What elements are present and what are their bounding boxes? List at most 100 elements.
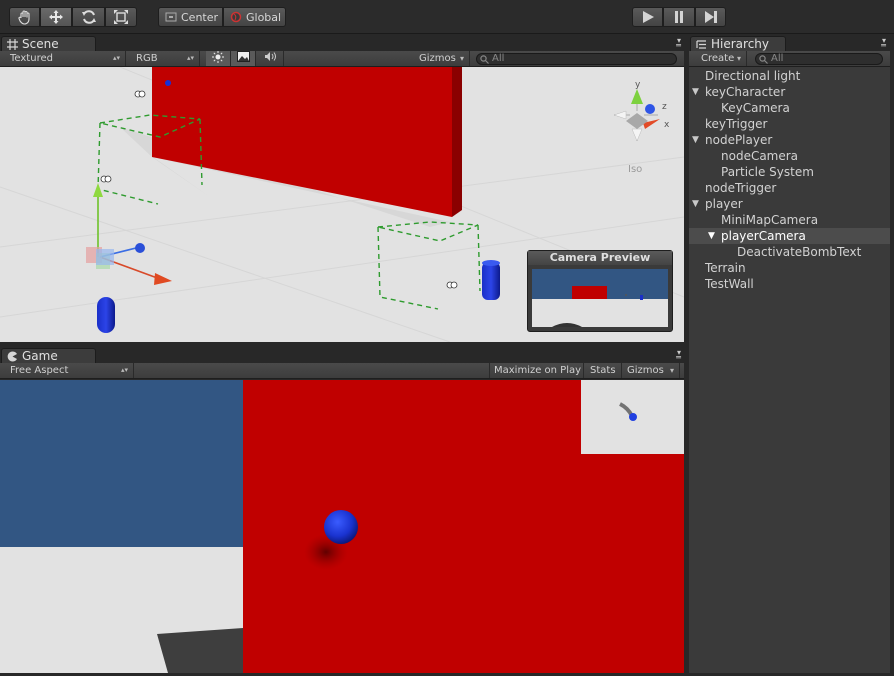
hierarchy-item-label: Terrain — [705, 261, 746, 275]
step-icon — [704, 11, 717, 23]
hierarchy-item[interactable]: ▼ player — [689, 196, 890, 212]
hierarchy-item-label: TestWall — [705, 277, 754, 291]
pause-icon — [675, 11, 683, 23]
updown-arrow-icon: ▴▾ — [120, 366, 128, 374]
image-icon — [237, 51, 250, 62]
draw-mode-value: Textured — [10, 53, 53, 64]
hierarchy-item[interactable]: DeactivateBombText — [689, 244, 890, 260]
stats-toggle[interactable]: Stats — [584, 363, 622, 378]
hierarchy-item-label: nodeTrigger — [705, 181, 777, 195]
scene-panel-menu-icon[interactable]: ▾ ═ — [667, 37, 681, 50]
hierarchy-item-label: Directional light — [705, 69, 801, 83]
scene-tab-label: Scene — [22, 37, 59, 51]
hierarchy-item-label: player — [705, 197, 743, 211]
scene-search-input[interactable]: All — [476, 53, 677, 65]
render-mode-dropdown[interactable]: RGB ▴▾ — [126, 51, 200, 66]
game-tabstrip: Game ▾ ═ — [0, 346, 685, 365]
updown-arrow-icon: ▴▾ — [112, 54, 120, 62]
draw-mode-dropdown[interactable]: Textured ▴▾ — [0, 51, 126, 66]
hierarchy-search-input[interactable]: All — [755, 53, 883, 65]
scene-tabstrip: Scene ▾ ═ — [0, 34, 685, 53]
aspect-dropdown[interactable]: Free Aspect ▴▾ — [0, 363, 134, 378]
scene-search-placeholder: All — [492, 53, 505, 64]
hand-tool-button[interactable] — [9, 7, 40, 27]
hierarchy-item-label: DeactivateBombText — [737, 245, 862, 259]
move-arrows-icon — [49, 10, 63, 24]
maximize-on-play-toggle[interactable]: Maximize on Play — [489, 363, 584, 378]
player-ball — [324, 510, 358, 544]
space-toggle[interactable]: Global — [223, 7, 286, 27]
fold-open-icon[interactable]: ▼ — [708, 228, 715, 244]
hand-icon — [17, 10, 30, 25]
list-icon — [696, 40, 706, 49]
hierarchy-item-label: playerCamera — [721, 229, 806, 243]
pause-button[interactable] — [663, 7, 695, 27]
dropdown-arrow-icon: ▾ — [669, 366, 674, 375]
main-toolbar: Center Global — [0, 0, 894, 34]
fold-open-icon[interactable]: ▼ — [692, 132, 699, 148]
speaker-icon — [265, 52, 276, 61]
game-gizmos-label: Gizmos — [627, 365, 664, 376]
hierarchy-item[interactable]: KeyCamera — [689, 100, 890, 116]
render-mode-value: RGB — [136, 53, 158, 64]
x-axis-label: x — [664, 120, 670, 130]
hierarchy-tabstrip: Hierarchy ▾ ═ — [688, 34, 894, 53]
scene-fx-toggle[interactable] — [231, 51, 256, 66]
space-label: Global — [246, 10, 282, 24]
step-button[interactable] — [695, 7, 726, 27]
hierarchy-item[interactable]: Directional light — [689, 68, 890, 84]
sun-icon — [212, 51, 224, 63]
blue-cylinder — [482, 262, 500, 300]
grid-icon — [7, 39, 18, 50]
rotate-tool-button[interactable] — [72, 7, 105, 27]
minimap — [581, 380, 684, 454]
hierarchy-item[interactable]: keyTrigger — [689, 116, 890, 132]
search-icon — [759, 55, 768, 64]
hierarchy-item-label: nodeCamera — [721, 149, 799, 163]
pivot-label: Center — [181, 10, 219, 24]
scale-tool-button[interactable] — [105, 7, 137, 27]
fold-open-icon[interactable]: ▼ — [692, 196, 699, 212]
hierarchy-item[interactable]: TestWall — [689, 276, 890, 292]
audio-toggle[interactable] — [256, 51, 284, 66]
pivot-toggle[interactable]: Center — [158, 7, 223, 27]
updown-arrow-icon: ▴▾ — [186, 54, 194, 62]
game-control-bar: Free Aspect ▴▾ Maximize on Play Stats Giz… — [0, 363, 684, 379]
create-dropdown[interactable]: Create ▾ — [689, 51, 747, 66]
scene-viewport[interactable]: y z x Iso Camera Preview — [0, 67, 684, 342]
stats-label: Stats — [590, 365, 616, 376]
game-viewport[interactable] — [0, 380, 684, 673]
hierarchy-item-label: keyTrigger — [705, 117, 768, 131]
aspect-value: Free Aspect — [10, 365, 69, 376]
sky — [0, 380, 243, 547]
hierarchy-item[interactable]: Particle System — [689, 164, 890, 180]
camera-preview-image — [532, 269, 668, 327]
hierarchy-item[interactable]: ▼ nodePlayer — [689, 132, 890, 148]
scale-icon — [114, 10, 128, 24]
hierarchy-item[interactable]: nodeTrigger — [689, 180, 890, 196]
pivot-icon — [165, 12, 177, 22]
lighting-toggle[interactable] — [206, 51, 231, 66]
scene-gizmos-dropdown[interactable]: Gizmos ▾ — [412, 51, 470, 66]
game-panel-menu-icon[interactable]: ▾ ═ — [667, 349, 681, 362]
hierarchy-panel-menu-icon[interactable]: ▾ ═ — [872, 37, 886, 50]
hierarchy-item[interactable]: Terrain — [689, 260, 890, 276]
fold-open-icon[interactable]: ▼ — [692, 84, 699, 100]
hierarchy-tab-label: Hierarchy — [711, 37, 770, 51]
hierarchy-item-selected[interactable]: ▼ playerCamera — [689, 228, 890, 244]
search-icon — [480, 55, 489, 64]
hierarchy-item[interactable]: MiniMapCamera — [689, 212, 890, 228]
play-icon — [642, 11, 654, 23]
game-tab-label: Game — [22, 349, 58, 363]
player-capsule — [97, 297, 115, 333]
dropdown-arrow-icon: ▾ — [459, 54, 464, 63]
pacman-icon — [7, 351, 18, 362]
camera-preview: Camera Preview — [527, 250, 673, 332]
hierarchy-item-label: keyCharacter — [705, 85, 786, 99]
hierarchy-item[interactable]: ▼ keyCharacter — [689, 84, 890, 100]
play-button[interactable] — [632, 7, 663, 27]
hierarchy-item[interactable]: nodeCamera — [689, 148, 890, 164]
move-tool-button[interactable] — [40, 7, 72, 27]
game-gizmos-dropdown[interactable]: Gizmos ▾ — [622, 363, 680, 378]
hierarchy-control-bar: Create ▾ All — [689, 51, 890, 67]
